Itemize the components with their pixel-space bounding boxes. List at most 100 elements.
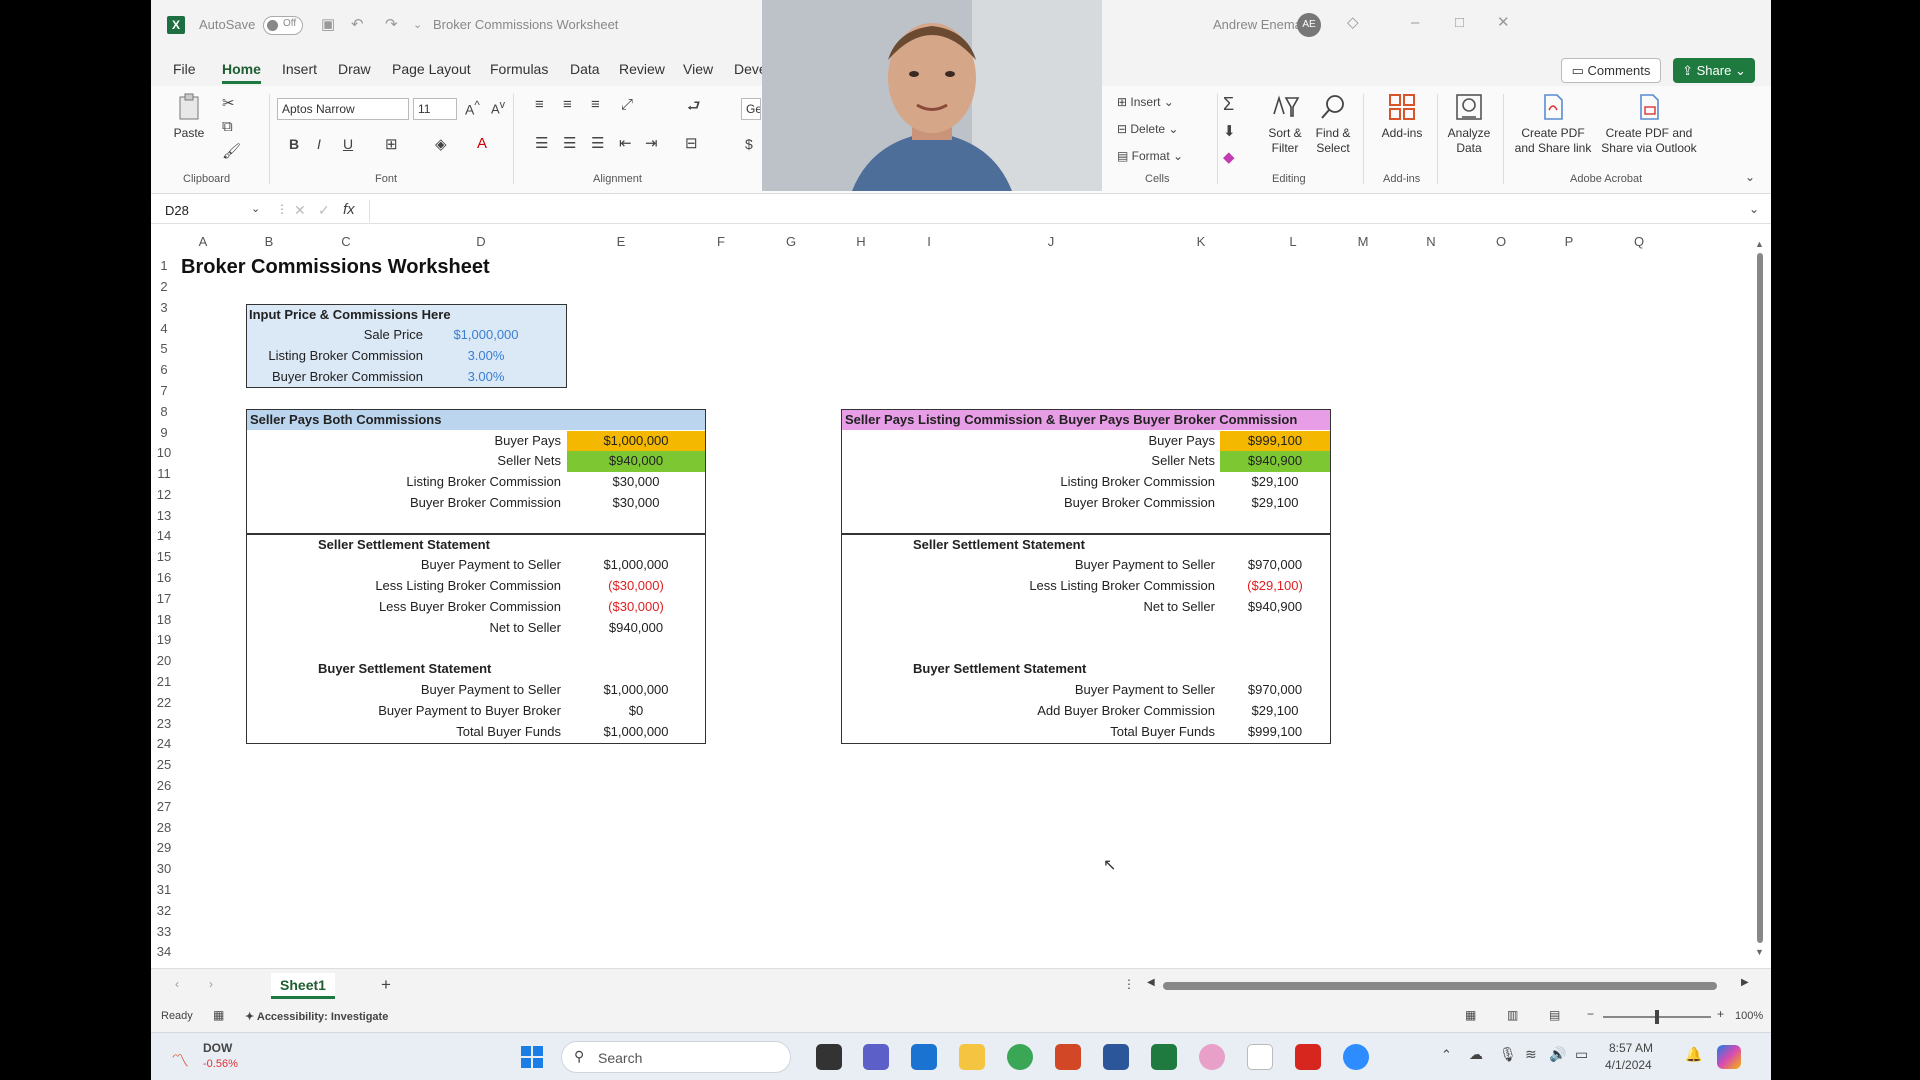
sort-filter-button[interactable]: Sort & Filter [1263,92,1307,156]
right-b1-label[interactable]: Buyer Payment to Seller [851,680,1215,700]
right-buyer-statement-heading[interactable]: Buyer Settlement Statement [913,659,1086,679]
analyze-data-button[interactable]: Analyze Data [1441,92,1497,156]
align-bottom-icon[interactable]: ≡ [591,96,600,113]
show-hidden-icons[interactable]: ⌃ [1441,1047,1452,1063]
acrobat-icon[interactable] [1295,1044,1321,1070]
font-size-select[interactable]: 11 [413,98,457,120]
row-header[interactable]: 10 [151,445,177,460]
row-header[interactable]: 13 [151,508,177,523]
right-b2-label[interactable]: Add Buyer Broker Commission [851,701,1215,721]
left-s4-value[interactable]: $940,000 [567,618,705,638]
row-header[interactable]: 22 [151,695,177,710]
stock-widget-icon[interactable]: 〽 [171,1047,189,1073]
macro-record-icon[interactable]: ▦ [213,1008,224,1022]
row-header[interactable]: 18 [151,612,177,627]
itunes-icon[interactable] [1199,1044,1225,1070]
right-listing-label[interactable]: Listing Broker Commission [851,472,1215,492]
row-header[interactable]: 6 [151,362,177,377]
accessibility-status[interactable]: ✦ Accessibility: Investigate [245,1010,388,1023]
left-listing-label[interactable]: Listing Broker Commission [251,472,561,492]
more-options-icon[interactable]: ⋮ [276,202,288,216]
cancel-icon[interactable]: ✕ [294,202,306,219]
left-s3-value[interactable]: ($30,000) [567,597,705,617]
buyer-commission-input[interactable]: 3.00% [431,367,541,387]
column-header-a[interactable]: A [181,233,225,250]
minimize-icon[interactable]: – [1411,14,1419,32]
redo-icon[interactable]: ↷ [385,16,398,34]
file-explorer-icon[interactable] [959,1044,985,1070]
undo-icon[interactable]: ↶ [351,16,364,34]
row-header[interactable]: 12 [151,487,177,502]
row-header[interactable]: 27 [151,799,177,814]
volume-icon[interactable]: 🔊 [1549,1046,1566,1063]
clock-date[interactable]: 4/1/2024 [1605,1058,1652,1072]
row-header[interactable]: 30 [151,861,177,876]
left-buyer-pays-label[interactable]: Buyer Pays [251,431,561,451]
left-s2-value[interactable]: ($30,000) [567,576,705,596]
listing-commission-input[interactable]: 3.00% [431,346,541,366]
font-color-icon[interactable]: A [477,135,487,152]
italic-icon[interactable]: I [317,136,321,152]
right-s3-label[interactable]: Net to Seller [851,597,1215,617]
create-pdf-share-link-button[interactable]: Create PDF and Share link [1511,92,1595,156]
align-left-icon[interactable]: ☰ [535,134,548,152]
clock-time[interactable]: 8:57 AM [1609,1041,1653,1055]
notepad-icon[interactable] [1247,1044,1273,1070]
column-header-g[interactable]: G [761,233,821,250]
clear-icon[interactable]: ◆ [1223,148,1235,166]
row-header[interactable]: 14 [151,528,177,543]
row-header[interactable]: 9 [151,425,177,440]
row-header[interactable]: 1 [151,258,177,273]
quick-access-chevron-icon[interactable]: ⌄ [413,16,422,34]
right-buyer-broker-value[interactable]: $29,100 [1220,493,1330,513]
save-icon[interactable]: ▣ [321,16,335,34]
column-header-h[interactable]: H [831,233,891,250]
row-header[interactable]: 2 [151,279,177,294]
zoom-slider[interactable] [1603,1010,1711,1024]
ticker-name[interactable]: DOW [203,1041,232,1055]
user-avatar[interactable]: AE [1297,13,1321,37]
left-seller-nets-label[interactable]: Seller Nets [251,451,561,471]
tab-draw[interactable]: Draw [338,61,371,77]
scroll-down-icon[interactable]: ▼ [1755,947,1764,957]
find-select-button[interactable]: Find & Select [1311,92,1355,156]
left-table-header[interactable]: Seller Pays Both Commissions [250,410,441,430]
font-name-select[interactable]: Aptos Narrow [277,98,409,120]
row-header[interactable]: 8 [151,404,177,419]
insert-function-icon[interactable]: fx [343,201,355,218]
sheet-title[interactable]: Broker Commissions Worksheet [181,254,490,280]
bold-icon[interactable]: B [289,136,299,152]
taskbar-search[interactable]: ⚲ Search [561,1041,791,1073]
row-header[interactable]: 31 [151,882,177,897]
right-s1-label[interactable]: Buyer Payment to Seller [851,555,1215,575]
left-s1-label[interactable]: Buyer Payment to Seller [251,555,561,575]
row-header[interactable]: 21 [151,674,177,689]
right-buyer-pays-value[interactable]: $999,100 [1220,431,1330,451]
copilot-icon[interactable] [1717,1045,1741,1069]
row-header[interactable]: 25 [151,757,177,772]
wifi-icon[interactable]: ≋ [1525,1046,1537,1063]
align-right-icon[interactable]: ☰ [591,134,604,152]
right-seller-statement-heading[interactable]: Seller Settlement Statement [913,535,1085,555]
left-buyer-pays-value[interactable]: $1,000,000 [567,431,705,451]
worksheet-grid[interactable]: A B C D E F G H I J K L M N O P Q 1 2 3 … [151,233,1771,968]
sale-price-input[interactable]: $1,000,000 [431,325,541,345]
row-header[interactable]: 3 [151,300,177,315]
merge-center-icon[interactable]: ⊟ [685,134,698,152]
right-b2-value[interactable]: $29,100 [1220,701,1330,721]
next-sheet-icon[interactable]: › [209,977,213,991]
right-s2-value[interactable]: ($29,100) [1220,576,1330,596]
row-header[interactable]: 19 [151,632,177,647]
row-header[interactable]: 29 [151,840,177,855]
teams-icon[interactable] [863,1044,889,1070]
zoom-in-icon[interactable]: + [1717,1007,1724,1021]
powerpoint-icon[interactable] [1055,1044,1081,1070]
column-header-j[interactable]: J [971,233,1131,250]
fill-icon[interactable]: ⬇ [1223,122,1236,140]
autosave-toggle[interactable]: Off [263,16,303,35]
row-header[interactable]: 23 [151,716,177,731]
chrome-icon[interactable] [1007,1044,1033,1070]
row-header[interactable]: 15 [151,549,177,564]
right-s3-value[interactable]: $940,900 [1220,597,1330,617]
row-header[interactable]: 28 [151,820,177,835]
